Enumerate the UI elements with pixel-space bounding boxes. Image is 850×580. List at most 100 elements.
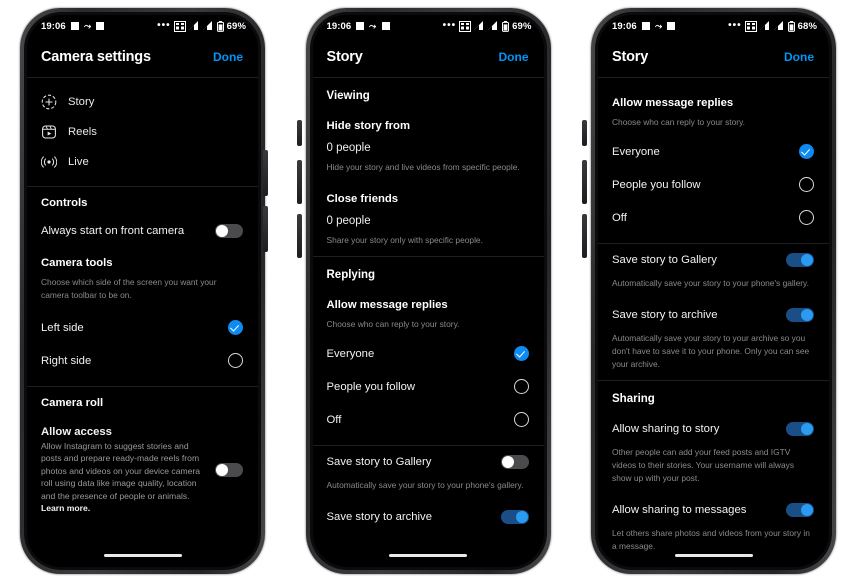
mute-switch-button[interactable] [296,120,302,146]
radio-everyone[interactable] [799,144,814,159]
list-item-live[interactable]: Live [27,147,258,177]
radio-left-side[interactable] [228,320,243,335]
phone-screen: 19:06 ⤳ ••• [27,15,258,567]
helper-text-allow-message-replies: Choose who can reply to your story. [326,319,460,329]
live-icon [41,156,57,168]
volume-up-button[interactable] [582,160,587,204]
notification-square-icon [641,22,650,30]
battery-icon [502,20,510,32]
setting-row-left-side[interactable]: Left side [27,311,258,344]
setting-row-allow-access[interactable]: Allow access Allow Instagram to suggest … [27,415,258,524]
setting-row-front-camera[interactable]: Always start on front camera [27,215,258,247]
battery-percent: 68% [797,20,817,32]
section-header-controls: Controls [41,197,88,209]
done-button[interactable]: Done [499,50,529,64]
radio-people-you-follow[interactable] [799,177,814,192]
settings-list: Viewing Hide story from 0 people Hide yo… [312,78,544,541]
toggle-allow-access[interactable] [215,462,243,477]
toggle-allow-sharing-to-messages[interactable] [786,503,814,517]
done-button[interactable]: Done [213,50,243,64]
row-label: Save story to Gallery [326,456,432,468]
radio-off[interactable] [799,210,814,225]
phone-camera-settings: 19:06 ⤳ ••• 69% Camera settings Done Sto… [2,2,277,578]
status-time: 19:06 [612,20,637,32]
setting-row-everyone[interactable]: Everyone [598,135,829,168]
radio-everyone[interactable] [513,346,529,361]
page-title: Story [326,49,363,65]
setting-row-people-you-follow[interactable]: People you follow [313,370,544,403]
helper-text-save-archive: Automatically save your story to your ar… [612,333,810,369]
phone-story-settings-top: 19:06 ⤳ ••• 69% Story Done Viewing Hide … [288,2,563,578]
toggle-knob [801,254,813,266]
setting-row-save-story-gallery[interactable]: Save story to Gallery [313,446,544,478]
battery-percent: 69% [512,20,532,32]
more-notifications-icon: ••• [728,20,742,31]
list-item-reels[interactable]: Reels [27,117,258,147]
row-label: Off [326,413,342,426]
setting-row-share-to-facebook[interactable]: Share your story to Facebook [598,562,829,567]
done-button[interactable]: Done [784,50,814,64]
toggle-save-story-to-archive[interactable] [500,510,529,524]
sim-icon [173,20,186,32]
learn-more-link[interactable]: Learn more. [41,503,90,513]
radio-right-side[interactable] [228,353,243,368]
setting-row-everyone[interactable]: Everyone [313,337,544,370]
volume-up-button[interactable] [263,150,268,196]
setting-row-allow-sharing-story[interactable]: Allow sharing to story [598,413,829,445]
radio-off[interactable] [513,412,529,427]
value-hide-story-count[interactable]: 0 people [313,138,544,160]
setting-row-save-story-archive[interactable]: Save story to archive [313,501,544,533]
row-label: Allow sharing to messages [612,504,747,516]
notification-square-icon [356,22,365,30]
section-header-hide-story-from[interactable]: Hide story from [313,110,544,138]
settings-list: Story Reels Live Controls Always start o… [27,87,258,532]
section-header-allow-message-replies: Allow message replies [612,97,734,109]
signal-bars-icon [188,21,198,30]
toggle-save-story-to-archive[interactable] [786,308,814,322]
row-label: Save story to archive [326,511,432,523]
setting-row-off[interactable]: Off [313,403,544,436]
page-title: Story [612,49,649,65]
battery-percent: 69% [226,20,246,32]
section-header-close-friends[interactable]: Close friends [313,183,544,211]
mute-switch-button[interactable] [582,120,587,146]
battery-icon [787,20,795,32]
toggle-save-story-to-gallery[interactable] [500,455,529,469]
helper-text-hide-story: Hide your story and live videos from spe… [326,162,520,172]
volume-up-button[interactable] [296,160,302,204]
setting-row-save-story-gallery[interactable]: Save story to Gallery [598,244,829,276]
list-item-story[interactable]: Story [27,87,258,117]
toggle-save-story-to-gallery[interactable] [786,253,814,267]
phone-screen: 19:06 ⤳ ••• [312,15,544,567]
toggle-knob [801,423,813,435]
toggle-knob [501,456,514,468]
settings-list: Allow message replies Choose who can rep… [598,87,829,567]
toggle-always-start-front-camera[interactable] [215,224,243,238]
row-label: People you follow [326,380,416,393]
setting-row-save-story-archive[interactable]: Save story to archive [598,299,829,331]
helper-text-save-gallery: Automatically save your story to your ph… [326,480,524,490]
value-close-friends-count[interactable]: 0 people [313,211,544,233]
toggle-allow-sharing-to-story[interactable] [786,422,814,436]
status-bar: 19:06 ⤳ ••• [313,15,544,37]
home-indicator [103,554,182,557]
row-label: Always start on front camera [41,225,185,237]
row-label: Everyone [612,145,660,158]
row-label: Left side [41,321,84,334]
toggle-knob [515,511,528,523]
helper-text-camera-tools: Choose which side of the screen you want… [41,277,217,300]
row-label: People you follow [612,178,701,191]
setting-row-right-side[interactable]: Right side [27,344,258,377]
home-indicator [389,554,467,557]
row-label: Allow sharing to story [612,423,720,435]
volume-down-button[interactable] [263,206,268,252]
setting-row-off[interactable]: Off [598,201,829,234]
radio-people-you-follow[interactable] [513,379,529,394]
volume-down-button[interactable] [582,214,587,258]
setting-row-people-you-follow[interactable]: People you follow [598,168,829,201]
app-header: Story Done [313,37,544,77]
setting-row-allow-sharing-messages[interactable]: Allow sharing to messages [598,494,829,526]
volume-down-button[interactable] [296,214,302,258]
sim-icon [459,20,472,32]
app-header: Camera settings Done [27,37,258,77]
